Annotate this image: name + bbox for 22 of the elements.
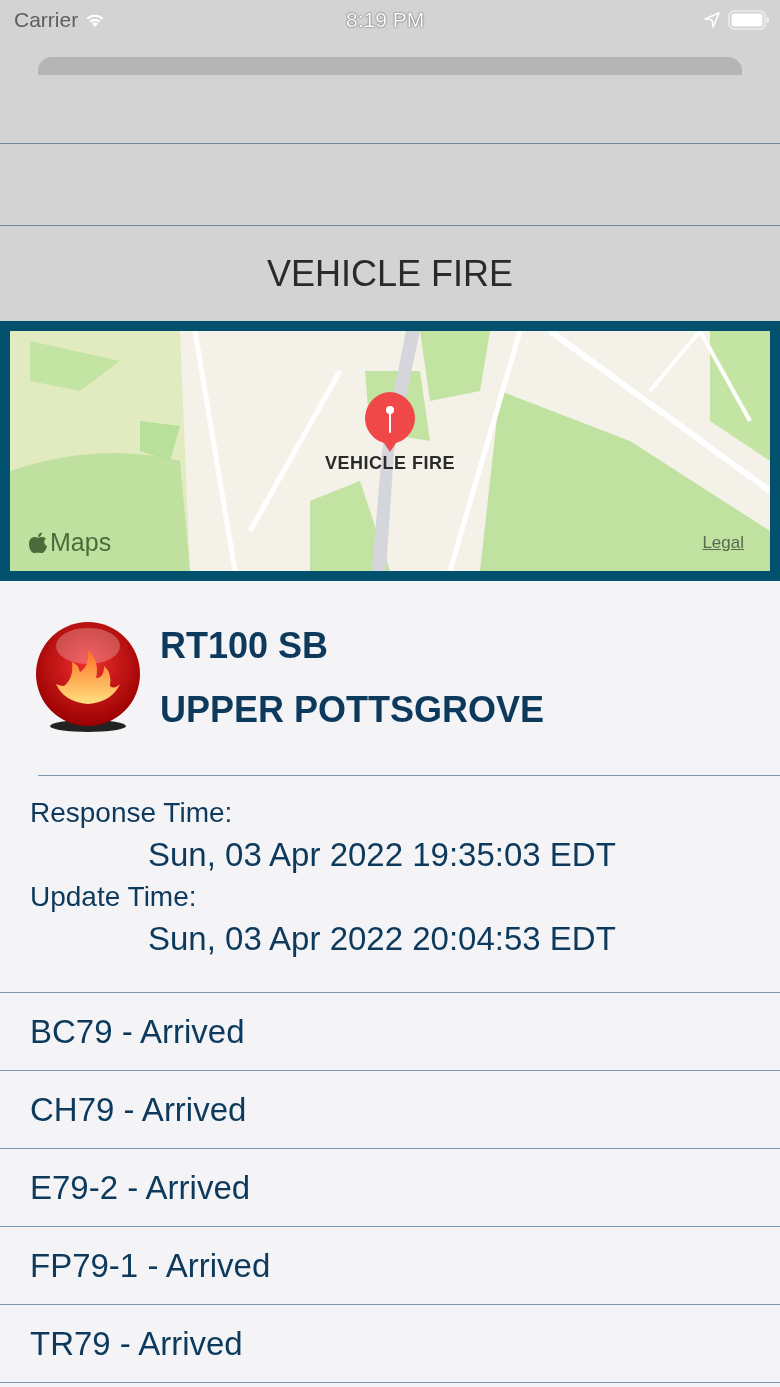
time-value: Sun, 03 Apr 2022 20:04:53 EDT	[147, 919, 617, 959]
unit-status-row[interactable]: CH79 - Arrived	[0, 1071, 780, 1149]
time-label: Update Time:	[30, 880, 198, 914]
map-pin-label: VEHICLE FIRE	[325, 453, 455, 474]
unit-status-row[interactable]: E79-2 - Arrived	[0, 1149, 780, 1227]
time-label: Response Time:	[30, 796, 234, 830]
fire-badge-icon	[34, 622, 142, 734]
battery-icon	[728, 10, 770, 30]
time-value: Sun, 03 Apr 2022 19:35:03 EDT	[147, 835, 617, 875]
incident-title: VEHICLE FIRE	[265, 251, 515, 296]
apple-logo-icon	[28, 531, 48, 554]
maps-attribution: Maps	[50, 528, 112, 557]
legal-link[interactable]: Legal	[702, 533, 744, 553]
unit-status-row[interactable]: BC79 - Arrived	[0, 993, 780, 1071]
unit-status-row[interactable]: TR79 - Arrived	[0, 1305, 780, 1383]
incident-location: RT100 SB	[160, 625, 330, 667]
unit-status-row[interactable]: FP79-1 - Arrived	[0, 1227, 780, 1305]
map-pin-icon	[363, 391, 417, 453]
carrier-name: Carrier	[14, 8, 79, 32]
incident-municipality: UPPER POTTSGROVE	[160, 689, 545, 731]
location-arrow-icon	[704, 12, 720, 28]
status-time: 8:19 PM	[344, 8, 426, 32]
